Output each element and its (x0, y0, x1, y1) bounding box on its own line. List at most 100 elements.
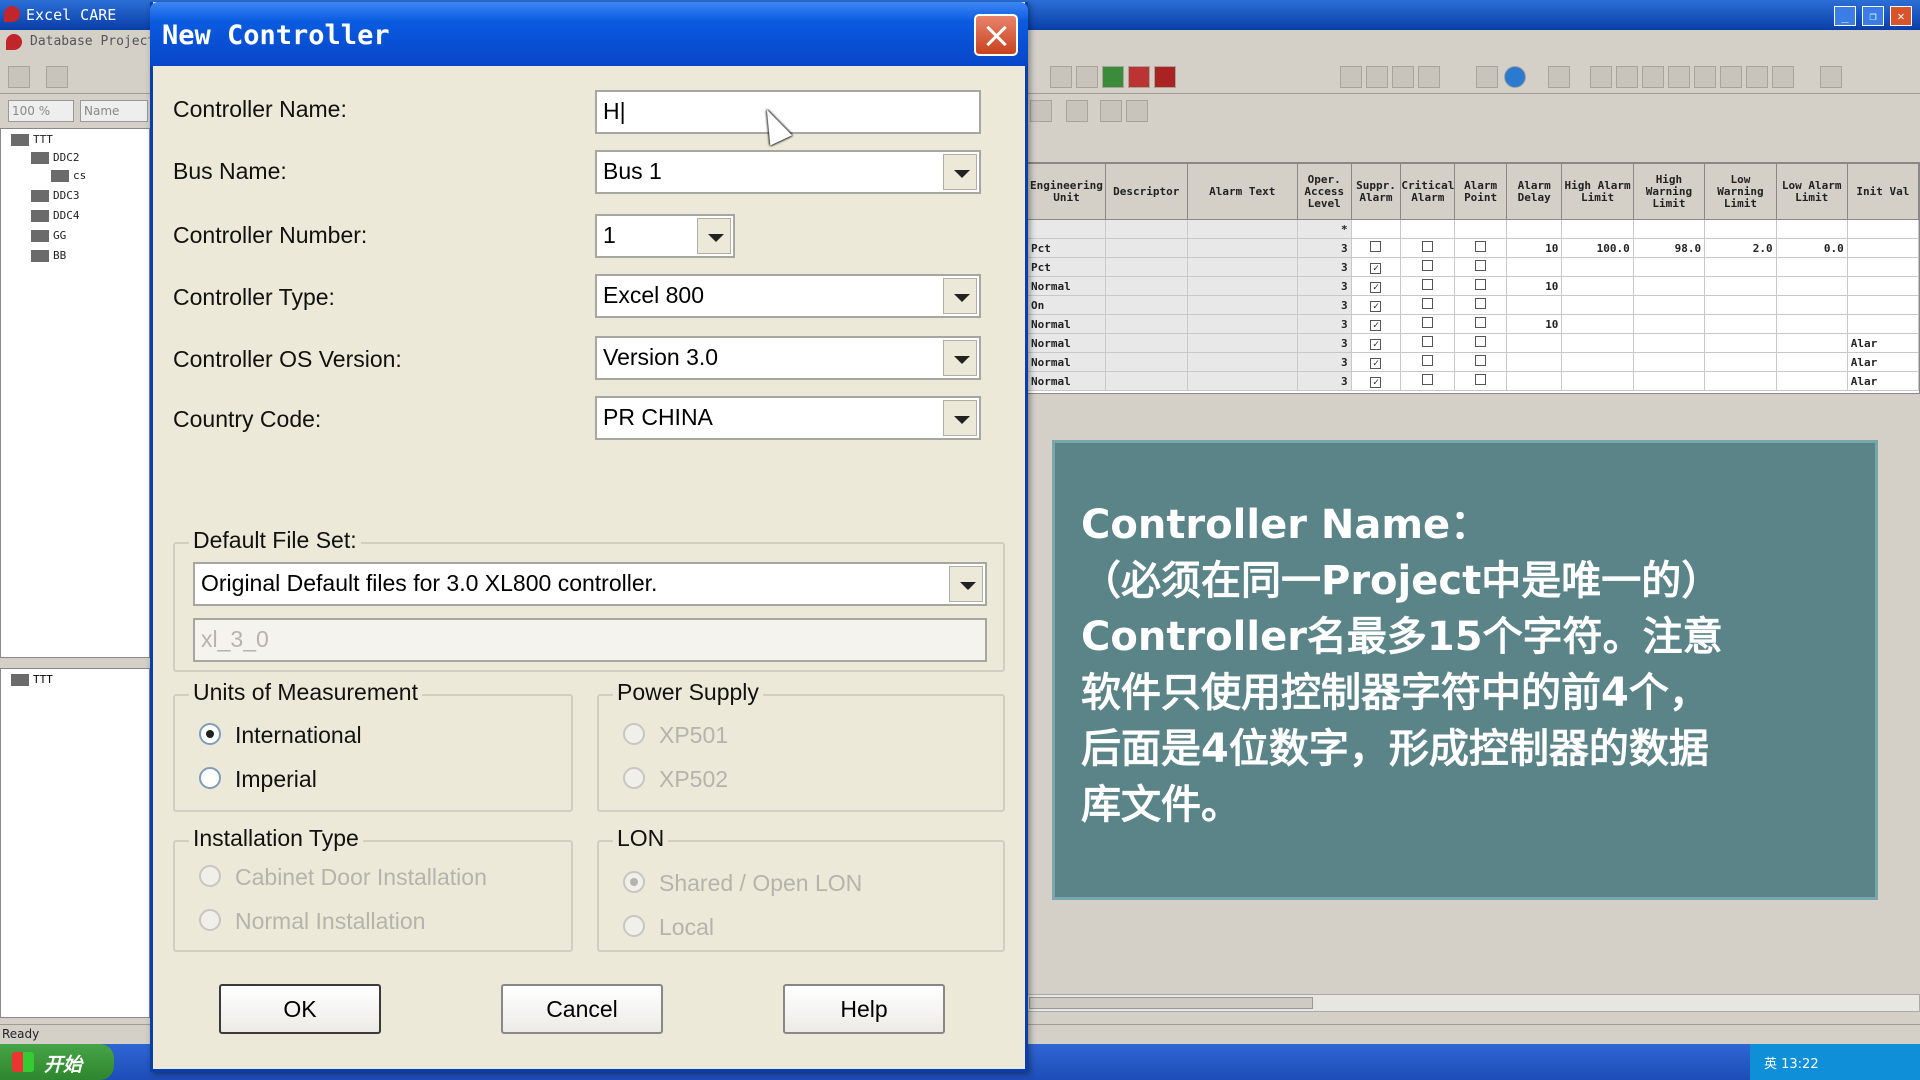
tree-item[interactable]: BB (31, 249, 66, 265)
table-cell[interactable] (1400, 352, 1456, 372)
toolbar-icon[interactable] (1366, 66, 1388, 88)
table-cell[interactable] (1350, 238, 1402, 258)
table-cell[interactable] (1186, 314, 1298, 334)
column-header[interactable]: High Warning Limit (1632, 163, 1706, 220)
toolbar-icon[interactable] (1128, 66, 1150, 88)
table-cell[interactable]: ✓ (1350, 295, 1402, 315)
table-cell[interactable] (1846, 219, 1919, 239)
toolbar-icon[interactable] (1340, 66, 1362, 88)
units-international-radio[interactable]: International (199, 722, 362, 749)
table-cell[interactable] (1454, 333, 1507, 353)
find-icon[interactable] (46, 66, 68, 88)
table-cell[interactable] (1846, 257, 1919, 277)
table-cell[interactable] (1846, 238, 1919, 258)
table-cell[interactable] (1775, 352, 1848, 372)
toolbar-icon[interactable] (1418, 66, 1440, 88)
checkbox[interactable] (1475, 298, 1487, 309)
table-row[interactable]: Pct 3 10 100.0 98.0 2.0 0.0 (1027, 238, 1919, 258)
checkbox[interactable]: ✓ (1370, 281, 1382, 293)
start-button[interactable]: 开始 (0, 1044, 114, 1080)
table-cell[interactable] (1104, 276, 1188, 296)
toolbar-icon[interactable] (1126, 100, 1148, 122)
column-header[interactable]: Descriptor (1104, 163, 1188, 220)
toolbar-icon[interactable] (1772, 66, 1794, 88)
chevron-down-icon[interactable] (697, 218, 731, 254)
table-cell[interactable] (1561, 219, 1634, 239)
checkbox[interactable] (1475, 355, 1487, 366)
table-row[interactable]: Normal 3 ✓ Alar (1027, 352, 1919, 372)
table-cell[interactable] (1454, 295, 1507, 315)
globe-icon[interactable] (1504, 66, 1526, 88)
table-cell[interactable]: ✓ (1350, 276, 1402, 296)
table-cell[interactable] (1400, 295, 1456, 315)
tree-item[interactable]: cs (51, 169, 86, 185)
controller-type-select[interactable]: Excel 800 (595, 274, 981, 318)
table-cell[interactable] (1454, 371, 1507, 391)
table-cell[interactable] (1561, 352, 1634, 372)
table-cell[interactable] (1454, 276, 1507, 296)
restore-icon[interactable]: ❐ (1862, 6, 1884, 26)
table-cell[interactable]: Normal (1027, 333, 1106, 353)
table-cell[interactable]: ✓ (1350, 257, 1402, 277)
table-cell[interactable] (1632, 219, 1706, 239)
table-cell[interactable] (1775, 257, 1848, 277)
table-cell[interactable] (1775, 333, 1848, 353)
table-cell[interactable] (1775, 219, 1848, 239)
table-cell[interactable] (1400, 238, 1456, 258)
toolbar-icon[interactable] (1050, 66, 1072, 88)
table-cell[interactable] (1561, 333, 1634, 353)
table-cell[interactable] (1505, 295, 1563, 315)
table-cell[interactable] (1632, 314, 1706, 334)
table-cell[interactable]: Pct (1027, 257, 1106, 277)
checkbox[interactable] (1422, 317, 1434, 328)
checkbox[interactable] (1422, 241, 1434, 252)
table-cell[interactable] (1186, 257, 1298, 277)
table-cell[interactable]: 3 (1296, 333, 1352, 353)
table-cell[interactable] (1561, 257, 1634, 277)
table-cell[interactable] (1400, 276, 1456, 296)
table-cell[interactable]: Normal (1027, 352, 1106, 372)
column-header[interactable]: Alarm Text (1186, 163, 1298, 220)
controller-number-select[interactable]: 1 (595, 214, 735, 258)
table-cell[interactable] (1400, 219, 1456, 239)
bus-name-select[interactable]: Bus 1 (595, 150, 981, 194)
table-cell[interactable]: ✓ (1350, 371, 1402, 391)
column-header[interactable]: High Alarm Limit (1561, 163, 1634, 220)
checkbox[interactable] (1475, 374, 1487, 385)
table-row[interactable]: Pct 3 ✓ (1027, 257, 1919, 277)
table-cell[interactable] (1846, 295, 1919, 315)
table-cell[interactable] (1775, 314, 1848, 334)
table-cell[interactable] (1104, 238, 1188, 258)
tree-item[interactable]: DDC4 (31, 209, 80, 225)
toolbar-icon[interactable] (1746, 66, 1768, 88)
column-header[interactable]: Engineering Unit (1027, 163, 1106, 220)
table-cell[interactable] (1104, 257, 1188, 277)
toolbar-icon[interactable] (1668, 66, 1690, 88)
table-row[interactable]: * (1027, 219, 1919, 239)
tool-icon[interactable] (8, 66, 30, 88)
table-cell[interactable]: 2.0 (1704, 238, 1777, 258)
table-cell[interactable]: 3 (1296, 352, 1352, 372)
country-code-select[interactable]: PR CHINA (595, 396, 981, 440)
table-cell[interactable]: 10 (1505, 314, 1563, 334)
table-cell[interactable] (1104, 371, 1188, 391)
table-cell[interactable] (1632, 295, 1706, 315)
table-cell[interactable] (1186, 276, 1298, 296)
table-cell[interactable]: 3 (1296, 257, 1352, 277)
toolbar-icon[interactable] (1720, 66, 1742, 88)
table-cell[interactable]: 3 (1296, 238, 1352, 258)
table-cell[interactable]: Alar (1846, 333, 1919, 353)
toolbar-icon[interactable] (1154, 66, 1176, 88)
table-cell[interactable] (1505, 219, 1563, 239)
tree-item[interactable]: GG (31, 229, 66, 245)
table-cell[interactable] (1454, 238, 1507, 258)
app-close-icon[interactable]: ✕ (1890, 6, 1912, 26)
checkbox[interactable] (1422, 298, 1434, 309)
table-cell[interactable] (1186, 295, 1298, 315)
column-header[interactable]: Alarm Point (1454, 163, 1507, 220)
chevron-down-icon[interactable] (943, 278, 977, 314)
table-cell[interactable]: 10 (1505, 238, 1563, 258)
zoom-select[interactable]: 100 % (8, 100, 74, 122)
checkbox[interactable] (1422, 355, 1434, 366)
table-cell[interactable] (1505, 257, 1563, 277)
